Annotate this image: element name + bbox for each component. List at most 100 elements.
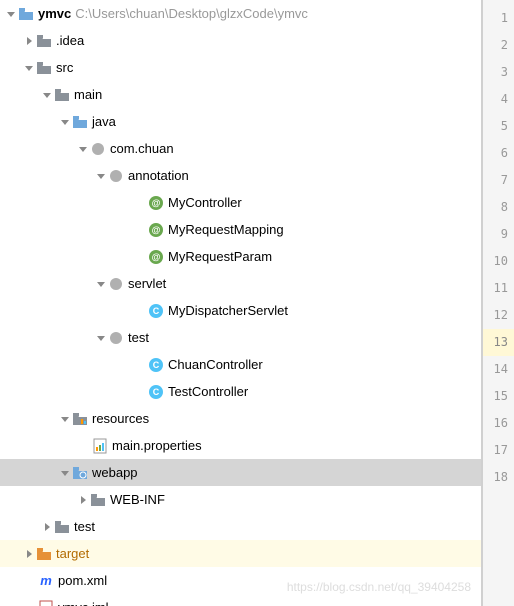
gutter-line: 1: [483, 5, 514, 32]
gutter-line: 11: [483, 275, 514, 302]
svg-text:@: @: [152, 252, 161, 262]
idea-label: .idea: [56, 27, 84, 54]
maven-file-icon: m: [38, 573, 54, 589]
tree-row-pom[interactable]: m pom.xml: [0, 567, 481, 594]
svg-text:@: @: [152, 198, 161, 208]
gutter-line: 6: [483, 140, 514, 167]
tree-row-target[interactable]: target: [0, 540, 481, 567]
package-icon: [90, 141, 106, 157]
chevron-down-icon[interactable]: [58, 469, 72, 477]
pom-label: pom.xml: [58, 567, 107, 594]
iml-file-icon: [38, 600, 54, 606]
gutter-line: 9: [483, 221, 514, 248]
tree-row-chuancontroller[interactable]: C ChuanController: [0, 351, 481, 378]
chevron-right-icon[interactable]: [22, 550, 36, 558]
tree-row-annotation[interactable]: annotation: [0, 162, 481, 189]
gutter-line: 2: [483, 32, 514, 59]
java-label: java: [92, 108, 116, 135]
tree-row-testdir[interactable]: test: [0, 513, 481, 540]
gutter-line: 17: [483, 437, 514, 464]
tree-row-myrequestmapping[interactable]: @ MyRequestMapping: [0, 216, 481, 243]
tree-row-myrequestparam[interactable]: @ MyRequestParam: [0, 243, 481, 270]
chevron-right-icon[interactable]: [40, 523, 54, 531]
chevron-right-icon[interactable]: [76, 496, 90, 504]
testpkg-label: test: [128, 324, 149, 351]
tree-row-mycontroller[interactable]: @ MyController: [0, 189, 481, 216]
chevron-down-icon[interactable]: [40, 91, 54, 99]
svg-text:C: C: [153, 360, 160, 370]
gutter-line: 3: [483, 59, 514, 86]
class-icon: C: [148, 303, 164, 319]
properties-file-icon: [92, 438, 108, 454]
resources-label: resources: [92, 405, 149, 432]
tree-row-testpkg[interactable]: test: [0, 324, 481, 351]
tree-row-testcontroller[interactable]: C TestController: [0, 378, 481, 405]
gutter-line: 5: [483, 113, 514, 140]
gutter-line: 18: [483, 464, 514, 491]
tree-row-java[interactable]: java: [0, 108, 481, 135]
gutter-line: 15: [483, 383, 514, 410]
chevron-down-icon[interactable]: [4, 10, 18, 18]
chevron-down-icon[interactable]: [58, 415, 72, 423]
excluded-folder-icon: [36, 546, 52, 562]
package-icon: [108, 168, 124, 184]
chevron-down-icon[interactable]: [22, 64, 36, 72]
chevron-down-icon[interactable]: [94, 172, 108, 180]
svg-text:C: C: [153, 387, 160, 397]
tree-row-mainprops[interactable]: main.properties: [0, 432, 481, 459]
project-tree: ymvc C:\Users\chuan\Desktop\glzxCode\ymv…: [0, 0, 482, 606]
main-label: main: [74, 81, 102, 108]
gutter-line: 12: [483, 302, 514, 329]
class-icon: C: [148, 357, 164, 373]
src-label: src: [56, 54, 73, 81]
web-folder-icon: [72, 465, 88, 481]
myrequestmapping-label: MyRequestMapping: [168, 216, 284, 243]
iml-label: ymvc.iml: [58, 594, 109, 606]
folder-icon: [36, 33, 52, 49]
annotation-icon: @: [148, 249, 164, 265]
target-label: target: [56, 540, 89, 567]
annotation-label: annotation: [128, 162, 189, 189]
editor-gutter: 123456789101112131415161718: [482, 0, 514, 606]
tree-row-idea[interactable]: .idea: [0, 27, 481, 54]
tree-row-dispatcher[interactable]: C MyDispatcherServlet: [0, 297, 481, 324]
chevron-down-icon[interactable]: [94, 334, 108, 342]
gutter-line: 16: [483, 410, 514, 437]
chevron-down-icon[interactable]: [94, 280, 108, 288]
webinf-label: WEB-INF: [110, 486, 165, 513]
testdir-label: test: [74, 513, 95, 540]
svg-text:@: @: [152, 225, 161, 235]
gutter-line: 8: [483, 194, 514, 221]
chevron-right-icon[interactable]: [22, 37, 36, 45]
folder-icon: [54, 519, 70, 535]
tree-row-webapp[interactable]: webapp: [0, 459, 481, 486]
servlet-label: servlet: [128, 270, 166, 297]
tree-row-iml[interactable]: ymvc.iml: [0, 594, 481, 606]
gutter-line: 14: [483, 356, 514, 383]
webapp-label: webapp: [92, 459, 138, 486]
mycontroller-label: MyController: [168, 189, 242, 216]
folder-icon: [36, 60, 52, 76]
class-icon: C: [148, 384, 164, 400]
tree-row-resources[interactable]: resources: [0, 405, 481, 432]
chevron-down-icon[interactable]: [58, 118, 72, 126]
tree-row-main[interactable]: main: [0, 81, 481, 108]
annotation-icon: @: [148, 222, 164, 238]
mainprops-label: main.properties: [112, 432, 202, 459]
gutter-line: 10: [483, 248, 514, 275]
tree-row-webinf[interactable]: WEB-INF: [0, 486, 481, 513]
package-icon: [108, 330, 124, 346]
svg-text:C: C: [153, 306, 160, 316]
tree-row-src[interactable]: src: [0, 54, 481, 81]
gutter-line: 4: [483, 86, 514, 113]
tree-row-package[interactable]: com.chuan: [0, 135, 481, 162]
chevron-down-icon[interactable]: [76, 145, 90, 153]
tree-row-servlet[interactable]: servlet: [0, 270, 481, 297]
tree-row-root[interactable]: ymvc C:\Users\chuan\Desktop\glzxCode\ymv…: [0, 0, 481, 27]
gutter-line: 7: [483, 167, 514, 194]
testcontroller-label: TestController: [168, 378, 248, 405]
source-folder-icon: [72, 114, 88, 130]
resources-folder-icon: [72, 411, 88, 427]
svg-text:m: m: [40, 573, 52, 588]
folder-icon: [90, 492, 106, 508]
